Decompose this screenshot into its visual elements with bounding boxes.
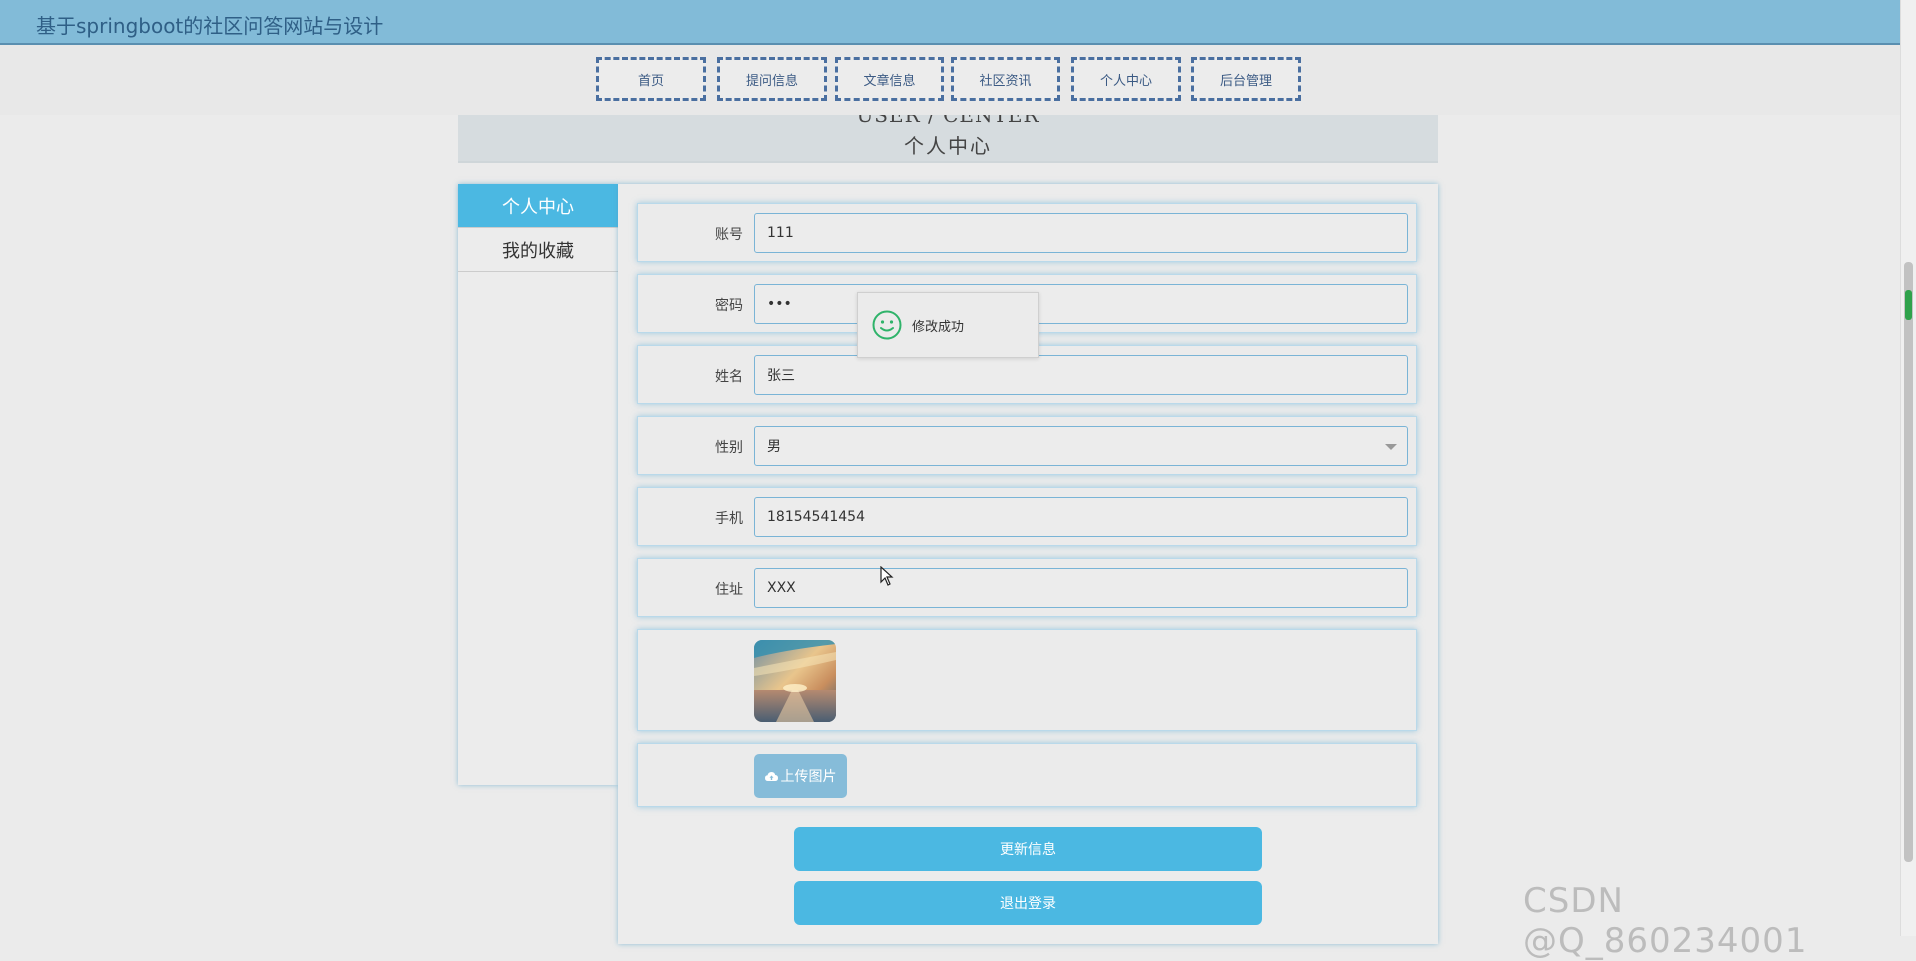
form-row-account: 账号 111 (637, 203, 1417, 262)
password-input[interactable]: ••• (754, 284, 1408, 324)
mouse-cursor-icon (880, 565, 894, 590)
password-label: 密码 (715, 298, 743, 314)
success-toast: 修改成功 (857, 292, 1039, 358)
address-input[interactable]: XXX (754, 568, 1408, 608)
gender-label: 性别 (715, 440, 743, 456)
form-row-avatar (637, 629, 1417, 731)
page-header-banner: USER / CENTER 个人中心 (458, 115, 1438, 163)
upload-image-label: 上传图片 (780, 769, 837, 785)
banner-subtitle-en: USER / CENTER (856, 115, 1040, 127)
scrollbar-marker (1905, 290, 1912, 320)
phone-label: 手机 (715, 511, 743, 527)
nav-item-user-center[interactable]: 个人中心 (1071, 57, 1181, 101)
scrollbar-thumb[interactable] (1904, 262, 1913, 862)
address-label: 住址 (715, 582, 743, 598)
chevron-down-icon (1385, 444, 1397, 450)
account-label: 账号 (715, 227, 743, 243)
logout-button[interactable]: 退出登录 (794, 881, 1262, 925)
site-title: 基于springboot的社区问答网站与设计 (36, 14, 384, 38)
name-label: 姓名 (715, 369, 743, 385)
toast-message: 修改成功 (912, 319, 965, 335)
form-row-upload: 上传图片 (637, 743, 1417, 807)
gender-select-value: 男 (767, 439, 781, 455)
nav-item-community-news[interactable]: 社区资讯 (951, 57, 1060, 101)
nav-item-admin[interactable]: 后台管理 (1191, 57, 1301, 101)
cloud-upload-icon (764, 771, 778, 781)
nav-item-articles[interactable]: 文章信息 (835, 57, 944, 101)
watermark: CSDN @Q_860234001 (1523, 881, 1808, 961)
gender-select[interactable]: 男 (754, 426, 1408, 466)
form-row-address: 住址 XXX (637, 558, 1417, 617)
main-nav: 首页 提问信息 文章信息 社区资讯 个人中心 后台管理 (0, 45, 1900, 115)
nav-item-questions[interactable]: 提问信息 (717, 57, 827, 101)
page-scrollbar[interactable] (1900, 0, 1916, 936)
form-row-gender: 性别 男 (637, 416, 1417, 475)
top-header-bar: 基于springboot的社区问答网站与设计 (0, 0, 1900, 45)
name-input[interactable]: 张三 (754, 355, 1408, 395)
phone-input[interactable]: 18154541454 (754, 497, 1408, 537)
update-info-button[interactable]: 更新信息 (794, 827, 1262, 871)
upload-image-button[interactable]: 上传图片 (754, 754, 847, 798)
sidebar: 个人中心 我的收藏 (458, 184, 618, 785)
sidebar-item-user-center[interactable]: 个人中心 (458, 184, 618, 228)
smile-icon (872, 310, 902, 340)
avatar-image (754, 640, 836, 722)
form-row-phone: 手机 18154541454 (637, 487, 1417, 546)
account-input[interactable]: 111 (754, 213, 1408, 253)
page-title: 个人中心 (904, 134, 992, 158)
sidebar-item-favorites[interactable]: 我的收藏 (458, 228, 618, 272)
nav-item-home[interactable]: 首页 (596, 57, 706, 101)
